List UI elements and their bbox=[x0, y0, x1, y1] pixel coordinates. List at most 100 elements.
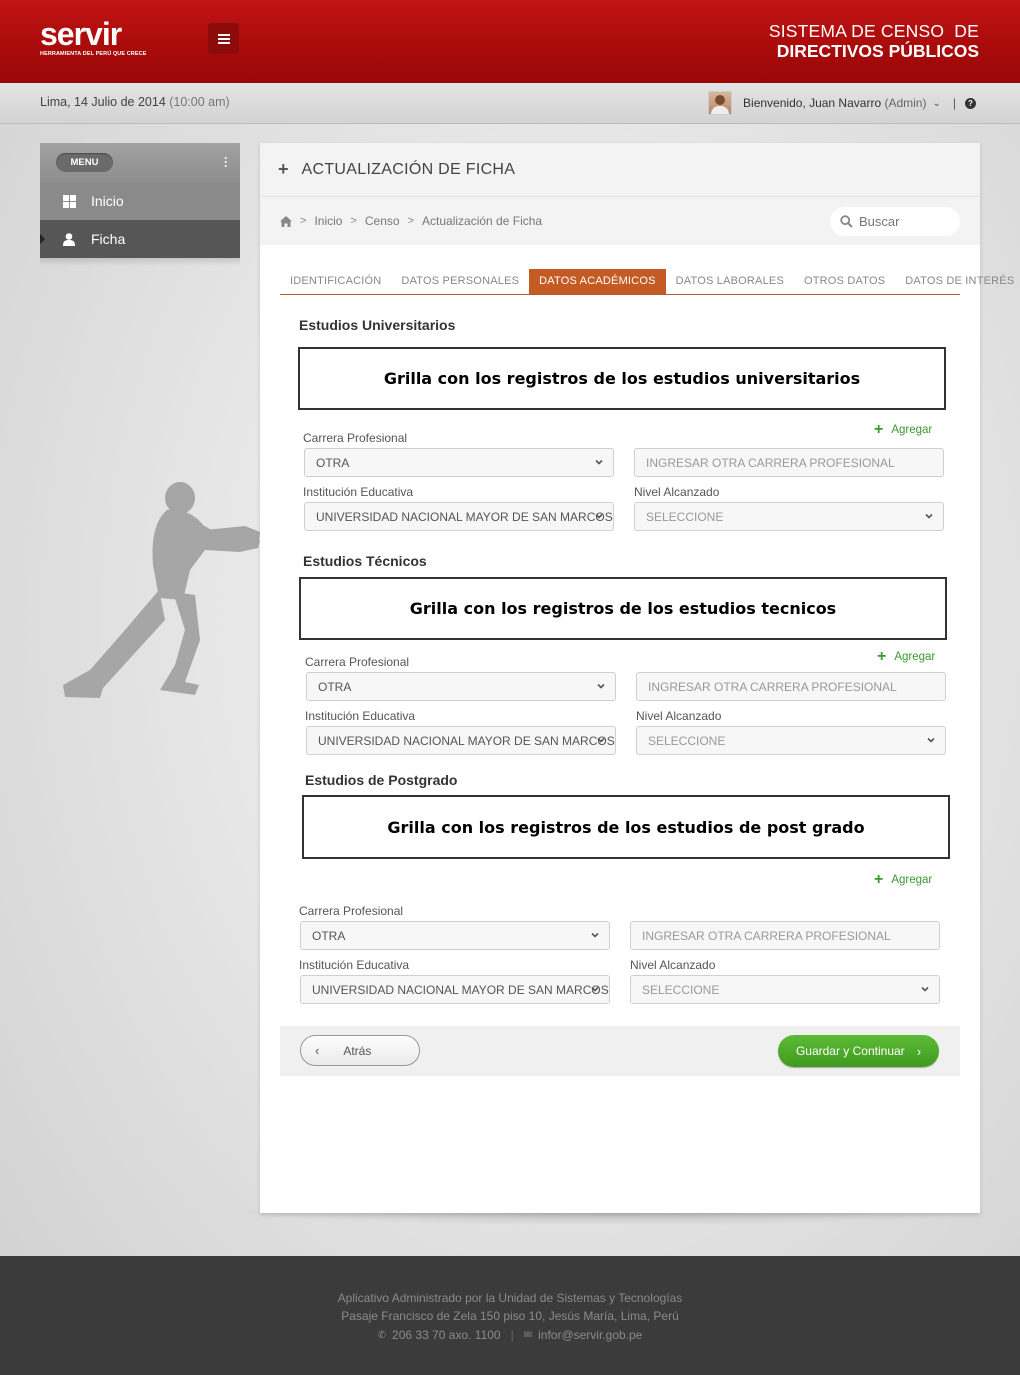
user-menu: Bienvenido, Juan Navarro (Admin) ⌄ | ? bbox=[708, 91, 976, 115]
footer-email[interactable]: infor@servir.gob.pe bbox=[538, 1328, 642, 1342]
otra-carrera-input[interactable]: INGRESAR OTRA CARRERA PROFESIONAL bbox=[630, 921, 940, 950]
panel-header: + ACTUALIZACIÓN DE FICHA bbox=[260, 143, 980, 197]
menu-badge: MENU bbox=[56, 153, 113, 172]
servir-logo[interactable]: servir HERRAMIENTA DEL PERÚ QUE CRECE bbox=[40, 18, 147, 57]
label-nivel: Nivel Alcanzado bbox=[630, 958, 716, 972]
chevron-down-icon bbox=[925, 513, 933, 519]
chevron-down-icon bbox=[927, 737, 935, 743]
pushing-man-silhouette bbox=[63, 482, 260, 698]
user-role[interactable]: (Admin) bbox=[884, 96, 926, 110]
label-institucion: Institución Educativa bbox=[299, 958, 410, 972]
chevron-down-icon[interactable]: ⌄ bbox=[932, 98, 940, 109]
footer-phone: 206 33 70 axo. 1100 bbox=[392, 1328, 501, 1342]
plus-icon: + bbox=[874, 871, 884, 888]
app-title: SISTEMA DE CENSO DE DIRECTIVOS PÚBLICOS bbox=[769, 21, 979, 61]
otra-carrera-input[interactable]: INGRESAR OTRA CARRERA PROFESIONAL bbox=[634, 448, 944, 477]
select-carrera[interactable]: OTRA bbox=[300, 921, 610, 950]
plus-icon: + bbox=[874, 421, 884, 438]
footer-line1: Aplicativo Administrado por la Unidad de… bbox=[337, 1291, 683, 1305]
breadcrumb-inicio[interactable]: Inicio bbox=[314, 214, 342, 228]
chevron-down-icon bbox=[921, 986, 929, 992]
page-title: ACTUALIZACIÓN DE FICHA bbox=[301, 160, 516, 178]
select-carrera[interactable]: OTRA bbox=[304, 448, 614, 477]
phone-icon: ✆ bbox=[377, 1329, 387, 1341]
sidebar-item-label: Inicio bbox=[91, 193, 124, 209]
breadcrumb-separator: > bbox=[350, 215, 357, 227]
select-value: OTRA bbox=[318, 679, 352, 694]
current-date: Lima, 14 Julio de 2014 (10:00 am) bbox=[40, 95, 230, 109]
back-button[interactable]: ‹ Atrás bbox=[300, 1035, 420, 1066]
select-nivel[interactable]: SELECCIONE bbox=[636, 726, 946, 755]
action-bar: ‹ Atrás Guardar y Continuar › bbox=[280, 1026, 960, 1076]
user-icon bbox=[60, 232, 78, 246]
kebab-menu-icon[interactable]: · · · bbox=[224, 152, 228, 172]
section-title-universitarios: Estudios Universitarios bbox=[299, 317, 456, 333]
chevron-down-icon bbox=[595, 459, 603, 465]
label-carrera: Carrera Profesional bbox=[299, 904, 404, 918]
select-value: SELECCIONE bbox=[642, 982, 720, 997]
select-value: UNIVERSIDAD NACIONAL MAYOR DE SAN MARCOS bbox=[312, 982, 609, 997]
select-value: UNIVERSIDAD NACIONAL MAYOR DE SAN MARCOS bbox=[316, 509, 613, 524]
search-input[interactable] bbox=[859, 214, 944, 229]
sidebar: MENU · · · Inicio Ficha bbox=[40, 143, 240, 266]
tab-datos-de-interes[interactable]: DATOS DE INTERÉS bbox=[895, 269, 1020, 294]
page-footer: Aplicativo Administrado por la Unidad de… bbox=[0, 1256, 1020, 1375]
windows-icon bbox=[60, 194, 78, 208]
home-icon[interactable] bbox=[280, 215, 292, 227]
add-postgrado-button[interactable]: + Agregar bbox=[874, 871, 932, 889]
grid-postgrado: Grilla con los registros de los estudios… bbox=[302, 795, 950, 859]
info-bar: Lima, 14 Julio de 2014 (10:00 am) Bienve… bbox=[0, 83, 1020, 124]
sidebar-item-label: Ficha bbox=[91, 231, 126, 247]
separator: | bbox=[952, 96, 956, 110]
add-universitario-button[interactable]: + Agregar bbox=[874, 421, 932, 439]
chevron-right-icon: › bbox=[916, 1043, 922, 1059]
select-institucion[interactable]: UNIVERSIDAD NACIONAL MAYOR DE SAN MARCOS bbox=[300, 975, 610, 1004]
search-icon bbox=[840, 215, 853, 228]
breadcrumb-censo[interactable]: Censo bbox=[365, 214, 400, 228]
tab-datos-laborales[interactable]: DATOS LABORALES bbox=[666, 269, 794, 294]
select-value: OTRA bbox=[312, 928, 346, 943]
save-continue-label: Guardar y Continuar bbox=[795, 1044, 905, 1058]
select-value: OTRA bbox=[316, 455, 350, 470]
chevron-down-icon bbox=[597, 683, 605, 689]
otra-carrera-input[interactable]: INGRESAR OTRA CARRERA PROFESIONAL bbox=[636, 672, 946, 701]
tab-datos-academicos[interactable]: DATOS ACADÉMICOS bbox=[529, 269, 666, 294]
footer-address: Pasaje Francisco de Zela 150 piso 10, Je… bbox=[341, 1309, 679, 1323]
select-nivel[interactable]: SELECCIONE bbox=[630, 975, 940, 1004]
section-title-tecnicos: Estudios Técnicos bbox=[303, 553, 427, 569]
save-continue-button[interactable]: Guardar y Continuar › bbox=[778, 1035, 939, 1067]
select-nivel[interactable]: SELECCIONE bbox=[634, 502, 944, 531]
help-icon[interactable]: ? bbox=[965, 97, 976, 109]
chevron-down-icon bbox=[597, 737, 605, 743]
avatar[interactable] bbox=[708, 91, 733, 115]
grid-universitarios: Grilla con los registros de los estudios… bbox=[298, 347, 946, 410]
label-institucion: Institución Educativa bbox=[305, 709, 416, 723]
tab-identificacion[interactable]: IDENTIFICACIÓN bbox=[280, 269, 391, 294]
chevron-down-icon bbox=[591, 932, 599, 938]
search-box[interactable] bbox=[830, 207, 960, 236]
breadcrumb-current: Actualización de Ficha bbox=[422, 214, 543, 228]
add-tecnico-button[interactable]: + Agregar bbox=[877, 648, 935, 666]
tab-otros-datos[interactable]: OTROS DATOS bbox=[794, 269, 895, 294]
select-institucion[interactable]: UNIVERSIDAD NACIONAL MAYOR DE SAN MARCOS bbox=[304, 502, 614, 531]
sidebar-item-inicio[interactable]: Inicio bbox=[40, 182, 240, 220]
plus-icon: + bbox=[278, 159, 289, 179]
chevron-left-icon: ‹ bbox=[315, 1043, 320, 1058]
footer-contact: ✆ 206 33 70 axo. 1100 | ✉ infor@servir.g… bbox=[0, 1328, 1020, 1342]
plus-icon: + bbox=[877, 648, 887, 665]
select-carrera[interactable]: OTRA bbox=[306, 672, 616, 701]
hamburger-menu-button[interactable] bbox=[208, 23, 239, 54]
welcome-text[interactable]: Bienvenido, Juan Navarro bbox=[743, 96, 881, 110]
select-value: SELECCIONE bbox=[648, 733, 726, 748]
app-title-line2: DIRECTIVOS PÚBLICOS bbox=[776, 41, 979, 61]
breadcrumb: > Inicio > Censo > Actualización de Fich… bbox=[260, 197, 980, 245]
select-value: UNIVERSIDAD NACIONAL MAYOR DE SAN MARCOS bbox=[318, 733, 615, 748]
breadcrumb-separator: > bbox=[407, 215, 415, 227]
select-institucion[interactable]: UNIVERSIDAD NACIONAL MAYOR DE SAN MARCOS bbox=[306, 726, 616, 755]
label-nivel: Nivel Alcanzado bbox=[636, 709, 722, 723]
chevron-down-icon bbox=[595, 513, 603, 519]
tab-datos-personales[interactable]: DATOS PERSONALES bbox=[391, 269, 529, 294]
sidebar-item-ficha[interactable]: Ficha bbox=[40, 220, 240, 258]
label-carrera: Carrera Profesional bbox=[303, 431, 408, 445]
label-nivel: Nivel Alcanzado bbox=[634, 485, 720, 499]
